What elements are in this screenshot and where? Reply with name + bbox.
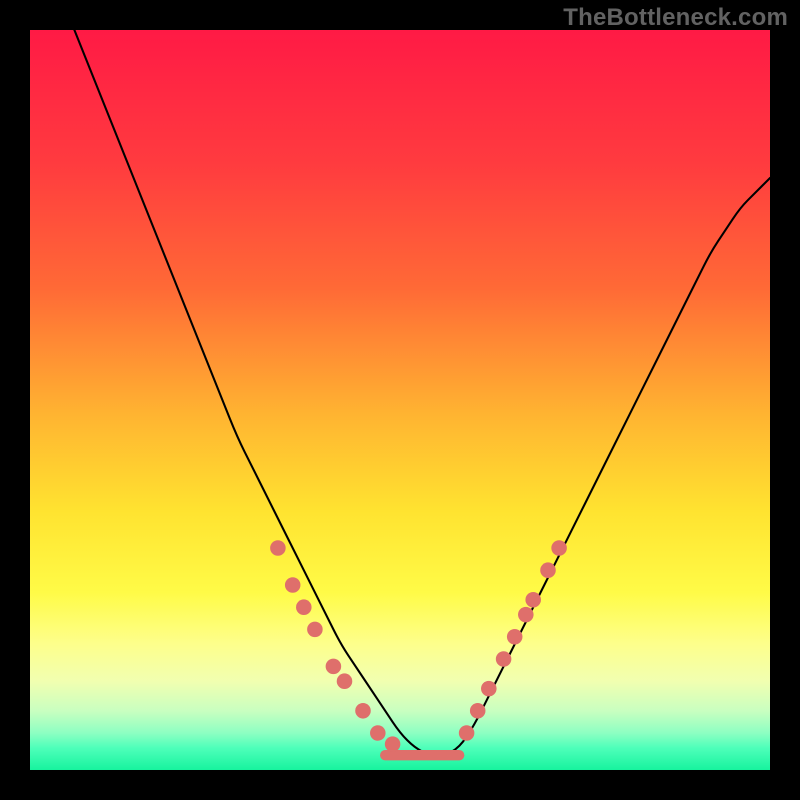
curve-overlay (30, 30, 770, 770)
data-dot (507, 629, 523, 645)
chart-frame: TheBottleneck.com (0, 0, 800, 800)
data-dot (540, 562, 556, 578)
data-dot (370, 725, 386, 741)
plot-area (30, 30, 770, 770)
data-dot (296, 599, 312, 615)
data-dot (337, 673, 353, 689)
dots-right-group (459, 540, 567, 741)
data-dot (518, 607, 534, 623)
data-dot (307, 622, 323, 638)
data-dot (481, 681, 497, 697)
data-dot (385, 736, 401, 752)
data-dot (496, 651, 512, 667)
watermark-text: TheBottleneck.com (563, 4, 788, 32)
bottleneck-curve (74, 30, 770, 755)
data-dot (459, 725, 475, 741)
data-dot (525, 592, 541, 608)
data-dot (355, 703, 371, 719)
data-dot (326, 659, 342, 675)
dots-left-group (270, 540, 400, 752)
data-dot (470, 703, 486, 719)
data-dot (551, 540, 567, 556)
data-dot (270, 540, 286, 556)
data-dot (285, 577, 301, 593)
